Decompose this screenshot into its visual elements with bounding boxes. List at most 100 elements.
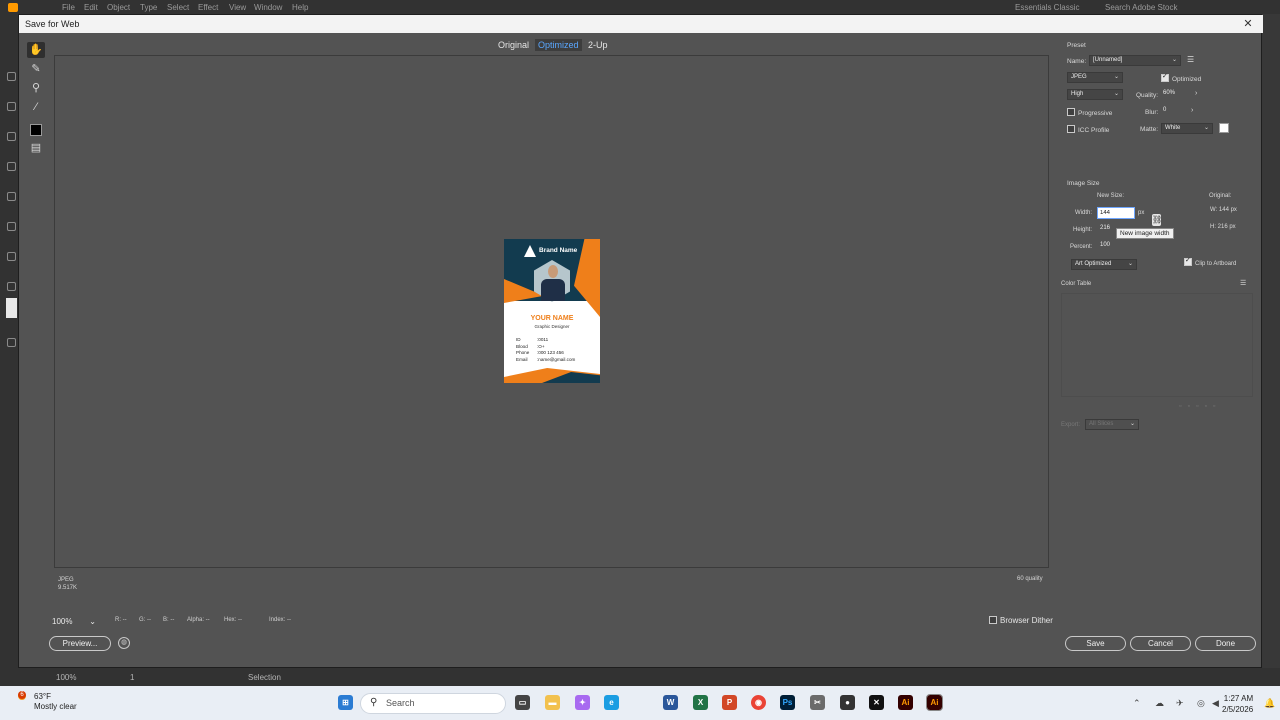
tab-2-up[interactable]: 2-Up (585, 39, 611, 51)
type-tool-icon[interactable] (7, 132, 16, 141)
cancel-button[interactable]: Cancel (1130, 636, 1191, 651)
zoom-tool-icon[interactable]: ⚲ (27, 80, 45, 96)
draw-mode-icon[interactable] (7, 338, 16, 347)
chevron-down-icon: ⌄ (89, 617, 96, 626)
copilot-icon[interactable]: ✦ (575, 695, 590, 710)
eyedropper-color-swatch[interactable] (30, 124, 42, 136)
menu-select[interactable]: Select (167, 3, 189, 12)
toggle-slices-icon[interactable]: ▤ (27, 140, 45, 156)
save-button[interactable]: Save (1065, 636, 1126, 651)
globe-icon[interactable]: ◍ (118, 637, 130, 649)
snipping-tool-icon[interactable]: ✂ (810, 695, 825, 710)
network-icon[interactable]: ◎ (1197, 698, 1205, 709)
excel-icon[interactable]: X (693, 695, 708, 710)
taskbar-search[interactable]: ⚲ Search (360, 693, 506, 714)
start-icon[interactable]: ⊞ (338, 695, 353, 710)
file-format-select[interactable]: JPEG ⌄ (1067, 72, 1123, 83)
id-card-artwork: Brand Name YOUR NAME Graphic Designer ID… (504, 239, 600, 383)
photoshop-icon[interactable]: Ps (780, 695, 795, 710)
resample-select[interactable]: Art Optimized ⌄ (1071, 259, 1137, 270)
chevron-up-icon[interactable]: ⌃ (1133, 698, 1141, 709)
menu-view[interactable]: View (229, 3, 246, 12)
scale-tool-icon[interactable] (7, 222, 16, 231)
checkbox-icon (1067, 125, 1075, 133)
weather-widget[interactable]: 6 63°F Mostly clear (14, 691, 77, 712)
preview-quality-note: 60 quality (1017, 576, 1043, 582)
illustrator-active-icon[interactable]: Ai (926, 694, 943, 711)
adobe-stock-search[interactable]: Search Adobe Stock (1105, 3, 1178, 12)
hand-tool-icon[interactable]: ✋ (27, 42, 45, 58)
color-table-actions-icon[interactable]: ▫▫▫▫▫ (1179, 403, 1221, 410)
selection-tool-icon[interactable] (7, 72, 16, 81)
menu-object[interactable]: Object (107, 3, 130, 12)
quality-level-select[interactable]: High ⌄ (1067, 89, 1123, 100)
progressive-checkbox[interactable]: Progressive (1067, 108, 1112, 117)
color-table[interactable] (1061, 293, 1253, 397)
word-icon[interactable]: W (663, 695, 678, 710)
optimized-checkbox[interactable]: Optimized (1161, 72, 1201, 83)
capcut-icon[interactable]: ✕ (869, 695, 884, 710)
close-icon[interactable]: ✕ (1241, 17, 1255, 31)
slice-select-tool-icon[interactable]: ✎ (27, 61, 45, 77)
status-zoom[interactable]: 100% (56, 673, 76, 682)
status-artboard[interactable]: 1 (130, 673, 134, 682)
preset-name-select[interactable]: [Unnamed] ⌄ (1089, 55, 1181, 66)
blur-field[interactable]: 0 (1161, 106, 1191, 117)
illustrator-icon[interactable]: Ai (898, 695, 913, 710)
browser-dither-checkbox[interactable]: Browser Dither (989, 616, 1053, 625)
chevron-right-icon[interactable]: › (1191, 107, 1193, 114)
export-label: Export: (1061, 422, 1081, 428)
tab-optimized[interactable]: Optimized (535, 39, 582, 51)
checkbox-icon (1067, 108, 1075, 116)
percent-label: Percent: (1070, 244, 1093, 250)
chain-link-icon[interactable]: ⛓ (1152, 214, 1162, 226)
save-for-web-dialog: Save for Web ✕ ✋ ✎ ⚲ ⁄ ▤ Original Optimi… (18, 14, 1263, 668)
matte-color-swatch[interactable] (1219, 123, 1229, 133)
recorder-icon[interactable]: ● (840, 695, 855, 710)
width-input[interactable] (1097, 207, 1135, 219)
tab-original[interactable]: Original (495, 39, 532, 51)
edge-icon[interactable]: e (604, 695, 619, 710)
notifications-icon[interactable]: 🔔 (1264, 698, 1275, 709)
chevron-right-icon[interactable]: › (1195, 90, 1197, 97)
height-input[interactable]: 216 (1098, 224, 1116, 235)
preview-button[interactable]: Preview... (49, 636, 111, 651)
blur-label: Blur: (1145, 109, 1159, 116)
zoom-level-select[interactable]: 100% ⌄ (50, 615, 98, 629)
chrome-icon[interactable]: ◉ (751, 695, 766, 710)
clock-time: 1:27 AM (1223, 694, 1254, 703)
menu-effect[interactable]: Effect (198, 3, 218, 12)
quality-field[interactable]: 60% (1161, 89, 1191, 100)
done-button[interactable]: Done (1195, 636, 1256, 651)
cloud-icon[interactable]: ☁ (1155, 698, 1164, 709)
preset-menu-icon[interactable]: ☰ (1187, 55, 1194, 64)
powerpoint-icon[interactable]: P (722, 695, 737, 710)
menu-help[interactable]: Help (292, 3, 308, 12)
dialog-titlebar: Save for Web (19, 15, 1263, 33)
eyedropper-tool-icon[interactable] (7, 252, 16, 261)
hand-tool-icon[interactable] (7, 282, 16, 291)
menu-window[interactable]: Window (254, 3, 282, 12)
airplane-mode-icon[interactable]: ✈ (1176, 698, 1184, 709)
export-select[interactable]: All Slices ⌄ (1085, 419, 1139, 430)
icc-profile-checkbox[interactable]: ICC Profile (1067, 125, 1109, 134)
menu-file[interactable]: File (62, 3, 75, 12)
workspace-switcher[interactable]: Essentials Classic (1015, 3, 1079, 12)
menu-type[interactable]: Type (140, 3, 157, 12)
percent-input[interactable]: 100 (1098, 241, 1116, 252)
task-view-icon[interactable]: ▭ (515, 695, 530, 710)
eyedropper-tool-icon[interactable]: ⁄ (27, 99, 45, 115)
matte-select[interactable]: White ⌄ (1161, 123, 1213, 134)
pixel-alpha: Alpha: -- (187, 617, 210, 623)
menu-edit[interactable]: Edit (84, 3, 98, 12)
rotate-tool-icon[interactable] (7, 192, 16, 201)
clip-to-artboard-checkbox[interactable]: Clip to Artboard (1184, 256, 1236, 267)
taskbar-clock[interactable]: 1:27 AM 2/5/2026 (1222, 693, 1253, 715)
pen-tool-icon[interactable] (7, 102, 16, 111)
shape-tool-icon[interactable] (7, 162, 16, 171)
color-table-menu-icon[interactable]: ☰ (1240, 279, 1246, 287)
file-explorer-icon[interactable]: ▬ (545, 695, 560, 710)
fill-swatch[interactable] (6, 298, 17, 318)
optimized-preview[interactable]: Brand Name YOUR NAME Graphic Designer ID… (54, 55, 1049, 591)
volume-icon[interactable]: ◀ (1212, 698, 1219, 709)
